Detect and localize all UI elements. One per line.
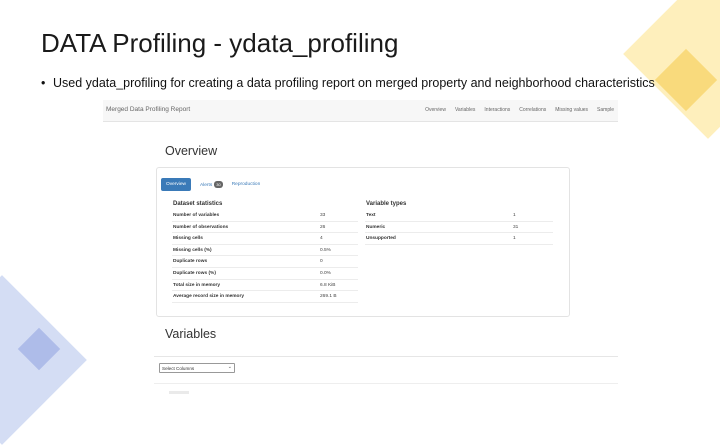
variable-placeholder xyxy=(169,391,189,394)
stat-label: Missing cells (%) xyxy=(173,247,212,253)
type-value: 1 xyxy=(513,213,516,218)
type-value: 1 xyxy=(513,236,516,242)
report-screenshot: Merged Data Profiling Report Overview Va… xyxy=(103,100,618,405)
type-label: Numeric xyxy=(366,224,386,230)
nav-link-interactions[interactable]: Interactions xyxy=(484,107,510,113)
stat-value: 269.1 B xyxy=(320,294,337,300)
tab-overview[interactable]: Overview xyxy=(161,178,191,191)
variables-toolbar: Select Columns ⌄ xyxy=(154,356,618,384)
stat-label: Duplicate rows xyxy=(173,259,208,265)
bullet-icon: • xyxy=(41,76,46,90)
stat-value: 26 xyxy=(320,224,326,230)
stat-label: Number of observations xyxy=(173,224,229,230)
select-columns-dropdown[interactable]: Select Columns ⌄ xyxy=(159,363,235,373)
report-navbar: Merged Data Profiling Report Overview Va… xyxy=(103,100,618,122)
stat-value: 4 xyxy=(320,236,323,242)
nav-link-correlations[interactable]: Correlations xyxy=(519,107,546,113)
stat-label: Total size in memory xyxy=(173,282,221,288)
stat-label: Average record size in memory xyxy=(173,294,245,300)
table-row: Missing cells 4 xyxy=(172,233,358,245)
table-row: Average record size in memory 269.1 B xyxy=(172,291,358,303)
tab-alerts-label: Alerts xyxy=(200,183,213,188)
tab-reproduction[interactable]: Reproduction xyxy=(232,182,261,187)
nav-link-sample[interactable]: Sample xyxy=(597,107,614,113)
report-brand[interactable]: Merged Data Profiling Report xyxy=(106,106,190,113)
variable-types-table: Text 1 Numeric 31 Unsupported 1 xyxy=(365,210,553,245)
stat-value: 33 xyxy=(320,213,326,218)
stat-label: Number of variables xyxy=(173,213,220,218)
tab-alerts[interactable]: Alerts 30 xyxy=(200,181,223,188)
table-row: Unsupported 1 xyxy=(365,233,553,245)
overview-panel: Overview Alerts 30 Reproduction Dataset s… xyxy=(156,167,570,317)
chevron-down-icon: ⌄ xyxy=(227,364,232,370)
table-row: Number of variables 33 xyxy=(172,210,358,222)
stat-label: Missing cells xyxy=(173,236,203,242)
dataset-statistics-table: Number of variables 33 Number of observat… xyxy=(172,210,358,303)
bullet-text: Used ydata_profiling for creating a data… xyxy=(53,76,655,90)
table-row: Text 1 xyxy=(365,210,553,222)
select-columns-label: Select Columns xyxy=(162,365,195,371)
nav-link-overview[interactable]: Overview xyxy=(425,107,446,113)
dataset-statistics-heading: Dataset statistics xyxy=(173,201,223,207)
overview-tabs: Overview Alerts 30 Reproduction xyxy=(161,178,260,191)
variables-title: Variables xyxy=(165,327,217,341)
stat-value: 6.8 KiB xyxy=(320,282,336,288)
stat-label: Duplicate rows (%) xyxy=(173,270,216,276)
type-label: Text xyxy=(366,213,376,218)
variable-types-heading: Variable types xyxy=(366,201,407,207)
report-nav-links: Overview Variables Interactions Correlat… xyxy=(425,107,614,113)
type-value: 31 xyxy=(513,224,519,230)
table-row: Numeric 31 xyxy=(365,222,553,234)
stat-value: 0.0% xyxy=(320,270,331,276)
table-row: Total size in memory 6.8 KiB xyxy=(172,280,358,292)
nav-link-missing-values[interactable]: Missing values xyxy=(555,107,588,113)
table-row: Missing cells (%) 0.5% xyxy=(172,245,358,257)
table-row: Number of observations 26 xyxy=(172,222,358,234)
type-label: Unsupported xyxy=(366,236,396,242)
slide-title: DATA Profiling - ydata_profiling xyxy=(41,28,399,58)
bullet-item: • Used ydata_profiling for creating a dat… xyxy=(41,76,655,90)
overview-title: Overview xyxy=(165,144,218,158)
stat-value: 0.5% xyxy=(320,247,331,253)
stat-value: 0 xyxy=(320,259,323,265)
alerts-count-badge: 30 xyxy=(214,181,223,188)
table-row: Duplicate rows 0 xyxy=(172,256,358,268)
nav-link-variables[interactable]: Variables xyxy=(455,107,475,113)
table-row: Duplicate rows (%) 0.0% xyxy=(172,268,358,280)
